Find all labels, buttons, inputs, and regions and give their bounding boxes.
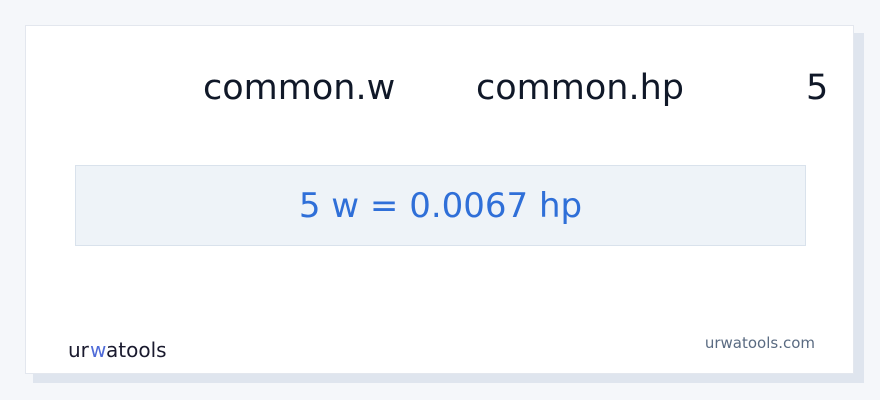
- urwatools-logo: ur w atools: [68, 337, 188, 363]
- amount-value: 5: [806, 68, 829, 108]
- to-unit-label: common.hp: [476, 68, 684, 108]
- svg-text:atools: atools: [106, 338, 167, 362]
- svg-text:w: w: [90, 338, 106, 362]
- result-text: 5 w = 0.0067 hp: [298, 185, 583, 226]
- svg-text:ur: ur: [68, 338, 90, 362]
- from-unit-label: common.w: [203, 68, 396, 108]
- site-link[interactable]: urwatools.com: [705, 334, 815, 352]
- urwatools-logo-wordmark: ur w atools: [68, 338, 167, 362]
- result-box: 5 w = 0.0067 hp: [75, 165, 806, 246]
